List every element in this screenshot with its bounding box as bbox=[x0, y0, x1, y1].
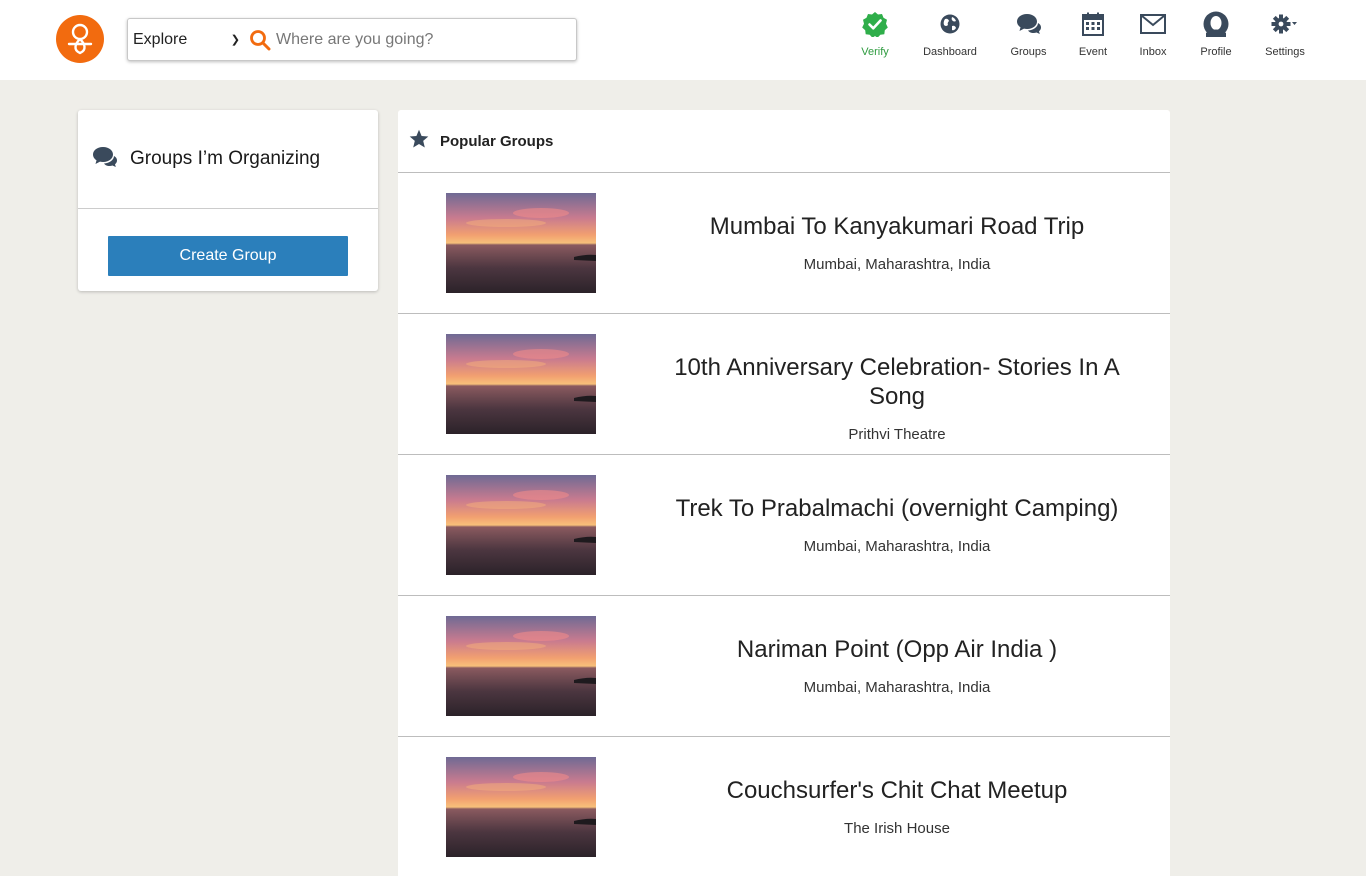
nav-dashboard[interactable]: Dashboard bbox=[918, 8, 982, 68]
group-info: 10th Anniversary Celebration- Stories In… bbox=[668, 314, 1126, 454]
nav-groups-label: Groups bbox=[1010, 46, 1047, 58]
gear-icon bbox=[1271, 10, 1299, 38]
chat-bubbles-icon bbox=[1015, 10, 1043, 38]
group-thumbnail[interactable] bbox=[446, 334, 596, 434]
group-info: Mumbai To Kanyakumari Road Trip Mumbai, … bbox=[668, 173, 1126, 313]
nav-settings[interactable]: Settings bbox=[1261, 8, 1309, 68]
group-thumbnail[interactable] bbox=[446, 475, 596, 575]
sunset-image bbox=[446, 334, 596, 434]
search-input[interactable] bbox=[272, 19, 576, 60]
nav-profile-label: Profile bbox=[1200, 46, 1232, 58]
group-location: Mumbai, Maharashtra, India bbox=[803, 538, 991, 555]
explore-dropdown[interactable]: Explore ❯ bbox=[128, 19, 246, 60]
group-list-item[interactable]: Trek To Prabalmachi (overnight Camping) … bbox=[398, 455, 1170, 596]
nav-profile[interactable]: Profile bbox=[1195, 8, 1237, 68]
group-name[interactable]: Nariman Point (Opp Air India ) bbox=[668, 635, 1126, 664]
group-name[interactable]: Mumbai To Kanyakumari Road Trip bbox=[668, 212, 1126, 241]
logo-mark-icon bbox=[67, 23, 93, 55]
group-name[interactable]: Couchsurfer's Chit Chat Meetup bbox=[668, 776, 1126, 805]
sunset-image bbox=[446, 193, 596, 293]
nav-dashboard-label: Dashboard bbox=[923, 46, 977, 58]
chat-bubbles-icon bbox=[92, 145, 118, 174]
search-icon[interactable] bbox=[248, 28, 272, 52]
sunset-image bbox=[446, 757, 596, 857]
group-info: Couchsurfer's Chit Chat Meetup The Irish… bbox=[668, 737, 1126, 876]
nav-verify[interactable]: Verify bbox=[852, 8, 898, 68]
nav-inbox-label: Inbox bbox=[1139, 46, 1167, 58]
group-name[interactable]: Trek To Prabalmachi (overnight Camping) bbox=[668, 494, 1126, 523]
group-list-item[interactable]: Mumbai To Kanyakumari Road Trip Mumbai, … bbox=[398, 173, 1170, 314]
nav-event-label: Event bbox=[1078, 46, 1108, 58]
organizing-groups-card: Groups I’m Organizing Create Group bbox=[78, 110, 378, 291]
globe-icon bbox=[936, 10, 964, 38]
search-bar: Explore ❯ bbox=[127, 18, 577, 61]
group-location: Mumbai, Maharashtra, India bbox=[803, 256, 991, 273]
create-group-button[interactable]: Create Group bbox=[108, 236, 348, 276]
group-thumbnail[interactable] bbox=[446, 757, 596, 857]
group-info: Trek To Prabalmachi (overnight Camping) … bbox=[668, 455, 1126, 595]
group-list-item[interactable]: 10th Anniversary Celebration- Stories In… bbox=[398, 314, 1170, 455]
group-location: The Irish House bbox=[844, 820, 950, 837]
popular-groups-header: Popular Groups bbox=[398, 110, 1170, 173]
verify-check-icon bbox=[861, 10, 889, 38]
sunset-image bbox=[446, 475, 596, 575]
explore-dropdown-label: Explore bbox=[133, 30, 188, 48]
popular-groups-panel: Popular Groups Mumbai To Kanyakumari Roa… bbox=[398, 110, 1170, 876]
sunset-image bbox=[446, 616, 596, 716]
organizing-groups-title: Groups I’m Organizing bbox=[130, 148, 321, 169]
top-header: Explore ❯ Verify bbox=[0, 0, 1366, 80]
group-list-item[interactable]: Nariman Point (Opp Air India ) Mumbai, M… bbox=[398, 596, 1170, 737]
nav-verify-label: Verify bbox=[861, 46, 889, 58]
group-thumbnail[interactable] bbox=[446, 616, 596, 716]
nav-settings-label: Settings bbox=[1265, 46, 1305, 58]
star-icon bbox=[409, 129, 429, 154]
organizing-groups-header: Groups I’m Organizing bbox=[78, 110, 378, 209]
group-thumbnail[interactable] bbox=[446, 193, 596, 293]
nav-inbox[interactable]: Inbox bbox=[1134, 8, 1172, 68]
calendar-icon bbox=[1079, 10, 1107, 38]
popular-groups-title: Popular Groups bbox=[440, 132, 554, 150]
nav-groups[interactable]: Groups bbox=[1006, 8, 1051, 68]
group-location: Mumbai, Maharashtra, India bbox=[803, 679, 991, 696]
group-location: Prithvi Theatre bbox=[848, 426, 946, 443]
nav-event[interactable]: Event bbox=[1074, 8, 1112, 68]
couchsurfing-logo[interactable] bbox=[56, 15, 104, 63]
group-list-item[interactable]: Couchsurfer's Chit Chat Meetup The Irish… bbox=[398, 737, 1170, 876]
envelope-icon bbox=[1139, 10, 1167, 38]
group-name[interactable]: 10th Anniversary Celebration- Stories In… bbox=[668, 353, 1126, 411]
group-info: Nariman Point (Opp Air India ) Mumbai, M… bbox=[668, 596, 1126, 736]
chevron-down-icon: ❯ bbox=[230, 34, 240, 46]
user-icon bbox=[1202, 10, 1230, 38]
